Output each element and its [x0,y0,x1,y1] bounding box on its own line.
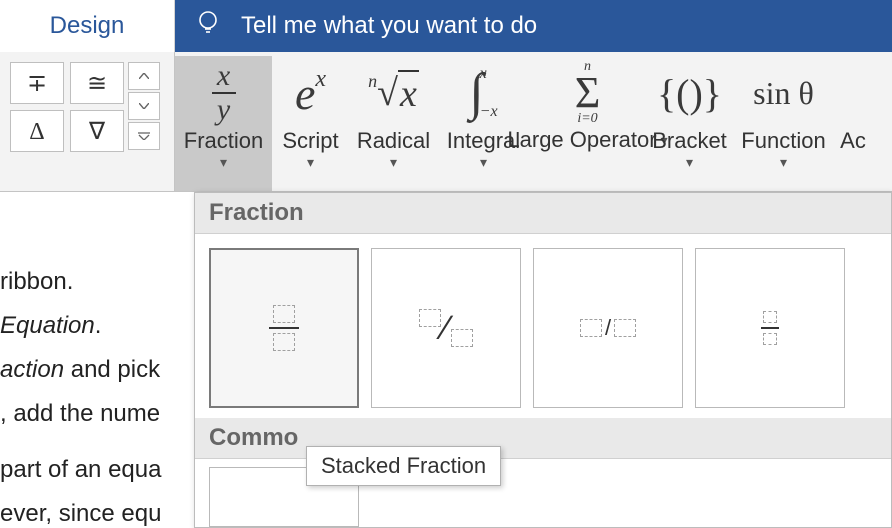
dropdown-caret-icon: ▾ [480,154,487,171]
symbol-scroll-down[interactable] [128,92,160,120]
accent-label-partial: Ac [840,128,866,154]
script-label: Script [282,128,338,154]
dropdown-caret-icon: ▾ [307,154,314,171]
dropdown-caret-icon: ▾ [390,154,397,171]
large-operator-button[interactable]: n Σ i=0 Large Operator ▾ [529,56,646,191]
large-operator-icon: n Σ i=0 [575,58,601,128]
ribbon-tabbar: Design Tell me what you want to do [0,0,892,52]
fraction-option-stacked[interactable] [209,248,359,408]
function-label: Function [741,128,825,154]
tab-design[interactable]: Design [0,0,175,52]
integral-icon: ∫ x −x [469,58,497,128]
symbol-spinner [128,62,160,152]
fraction-options-row: ∕ / [195,234,891,416]
symbol-gallery-expand[interactable] [128,122,160,150]
gallery-header-common: Commo [195,418,891,459]
tooltip-stacked-fraction: Stacked Fraction [306,446,501,486]
symbol-delta[interactable]: Δ [10,110,64,152]
radical-label: Radical [357,128,430,154]
fraction-option-linear[interactable]: / [533,248,683,408]
fraction-option-skewed[interactable]: ∕ [371,248,521,408]
dropdown-caret-icon: ▾ [220,154,227,171]
document-body-text: ribbon. Equation. action and pick , add … [0,260,200,528]
structures-group: x y Fraction ▾ ex Script ▾ n√x Radical ▾ [175,52,892,191]
symbol-scroll-up[interactable] [128,62,160,90]
fraction-gallery: Fraction ∕ / [194,192,892,528]
symbol-minus-plus[interactable]: ∓ [10,62,64,104]
symbols-group: ∓ ≅ Δ ∇ [0,52,175,191]
symbol-nabla[interactable]: ∇ [70,110,124,152]
accent-button-partial[interactable]: Ac [834,56,872,191]
bracket-label: Bracket [652,128,727,154]
lightbulb-icon [197,9,221,44]
tell-me-bar[interactable]: Tell me what you want to do [175,0,892,52]
script-button[interactable]: ex Script ▾ [272,56,349,191]
gallery-header-fraction: Fraction [195,193,891,234]
integral-button[interactable]: ∫ x −x Integral ▾ [438,56,529,191]
script-icon: ex [295,58,326,128]
symbol-congruent[interactable]: ≅ [70,62,124,104]
function-icon: sin θ [753,58,814,128]
bracket-button[interactable]: {()} Bracket ▾ [646,56,733,191]
bracket-icon: {()} [657,58,722,128]
tell-me-placeholder: Tell me what you want to do [241,12,537,40]
function-button[interactable]: sin θ Function ▾ [733,56,834,191]
ribbon-content: ∓ ≅ Δ ∇ x y [0,52,892,192]
fraction-icon: x y [212,58,236,128]
radical-button[interactable]: n√x Radical ▾ [349,56,438,191]
fraction-button[interactable]: x y Fraction ▾ [175,56,272,191]
fraction-label: Fraction [184,128,263,154]
fraction-option-small[interactable] [695,248,845,408]
dropdown-caret-icon: ▾ [780,154,787,171]
large-operator-label: Large Operator [507,128,656,152]
dropdown-caret-icon: ▾ [686,154,693,171]
radical-icon: n√x [368,58,419,128]
